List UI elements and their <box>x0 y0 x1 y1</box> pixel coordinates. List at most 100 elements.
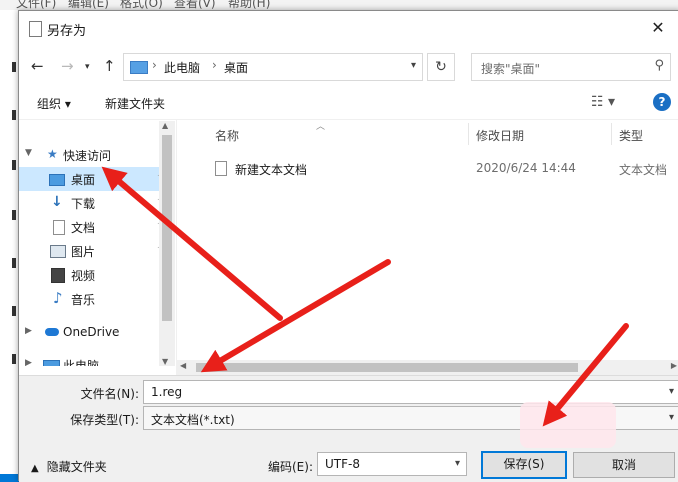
breadcrumb-separator: › <box>212 58 217 72</box>
forward-arrow-icon[interactable]: → <box>61 57 74 75</box>
filename-label: 文件名(N): <box>80 387 139 401</box>
scroll-right-icon[interactable]: ▶ <box>671 361 677 370</box>
notepad-icon <box>29 21 42 37</box>
title-bar: 另存为 ✕ <box>19 11 678 45</box>
nav-desktop[interactable]: 桌面 ✦ <box>19 167 175 191</box>
back-arrow-icon[interactable]: ← <box>31 57 44 75</box>
pc-icon <box>130 61 148 74</box>
nav-scrollbar[interactable]: ▲ ▼ <box>159 121 175 366</box>
chevron-up-icon: ▲ <box>31 463 39 474</box>
filetype-label: 保存类型(T): <box>70 413 139 427</box>
document-icon <box>53 220 65 235</box>
help-icon[interactable]: ? <box>653 93 671 111</box>
menu-format[interactable]: 格式(O) <box>120 0 163 10</box>
breadcrumb-desktop[interactable]: 桌面 <box>224 59 248 76</box>
notepad-menubar: 文件(F) 编辑(E) 格式(O) 查看(V) 帮助(H) <box>0 0 678 10</box>
search-icon: ⚲ <box>654 58 664 73</box>
chevron-down-icon[interactable]: ▾ <box>669 386 674 397</box>
nav-label: 下载 <box>71 197 96 211</box>
picture-icon <box>50 245 66 258</box>
close-button[interactable]: ✕ <box>635 11 678 45</box>
scroll-up-icon[interactable]: ▲ <box>162 121 168 130</box>
watermark-blur <box>520 402 616 448</box>
file-row[interactable]: 新建文本文档 2020/6/24 14:44 文本文档 <box>177 157 678 179</box>
scroll-down-icon[interactable]: ▼ <box>162 357 168 366</box>
nav-onedrive[interactable]: ▶ OneDrive <box>19 321 175 345</box>
hide-folders-button[interactable]: ▲ 隐藏文件夹 <box>31 458 107 475</box>
column-header-modified[interactable]: 修改日期 <box>476 127 524 144</box>
encoding-select[interactable]: UTF-8 ▾ <box>317 452 467 476</box>
encoding-label: 编码(E): <box>268 460 313 474</box>
nav-music[interactable]: ♪ 音乐 <box>19 287 175 311</box>
encoding-value: UTF-8 <box>325 457 360 471</box>
nav-documents[interactable]: 文档 ✦ <box>19 215 175 239</box>
address-dropdown-icon[interactable]: ▾ <box>411 60 416 71</box>
pc-icon <box>43 360 60 366</box>
menu-file[interactable]: 文件(F) <box>16 0 56 10</box>
address-row: ← → ▾ ↑ › 此电脑 › 桌面 ▾ ↻ 搜索"桌面" ⚲ <box>19 49 678 83</box>
search-input[interactable]: 搜索"桌面" ⚲ <box>471 53 671 81</box>
chevron-down-icon[interactable]: ▾ <box>455 458 460 469</box>
organize-button[interactable]: 组织 ▾ <box>37 95 71 112</box>
horizontal-scrollbar[interactable]: ◀ ▶ <box>176 360 678 375</box>
up-arrow-icon[interactable]: ↑ <box>103 57 116 75</box>
nav-videos[interactable]: 视频 <box>19 263 175 287</box>
chevron-down-icon[interactable]: ▼ <box>25 148 32 158</box>
menu-view[interactable]: 查看(V) <box>174 0 216 10</box>
save-button[interactable]: 保存(S) <box>481 451 567 479</box>
file-modified: 2020/6/24 14:44 <box>476 161 576 175</box>
breadcrumb-separator: › <box>152 58 157 72</box>
view-options-icon[interactable]: ☷ ▾ <box>591 94 615 110</box>
nav-label: OneDrive <box>63 325 120 339</box>
recent-locations-chevron-icon[interactable]: ▾ <box>85 62 90 72</box>
refresh-button[interactable]: ↻ <box>427 53 455 81</box>
nav-downloads[interactable]: ↓ 下载 ✦ <box>19 191 175 215</box>
hide-folders-label: 隐藏文件夹 <box>46 460 107 474</box>
cloud-icon <box>45 328 59 336</box>
menu-edit[interactable]: 编辑(E) <box>68 0 109 10</box>
cancel-button[interactable]: 取消 <box>573 452 675 478</box>
toolbar: 组织 ▾ 新建文件夹 ☷ ▾ ? <box>19 87 678 120</box>
navigation-pane: ▼ ★ 快速访问 桌面 ✦ ↓ 下载 ✦ 文档 ✦ 图片 ✦ 视频 <box>19 119 175 366</box>
column-header-type[interactable]: 类型 <box>619 127 643 144</box>
scroll-thumb[interactable] <box>196 363 578 372</box>
new-folder-button[interactable]: 新建文件夹 <box>105 95 165 112</box>
file-list: ︿ 名称 修改日期 类型 新建文本文档 2020/6/24 14:44 文本文档 <box>176 119 678 366</box>
nav-label: 文档 <box>71 221 96 235</box>
star-icon: ★ <box>47 147 58 161</box>
nav-label: 图片 <box>71 245 96 259</box>
column-divider[interactable] <box>611 123 612 145</box>
address-bar[interactable]: › 此电脑 › 桌面 ▾ <box>123 53 423 81</box>
text-file-icon <box>215 161 227 176</box>
nav-label: 音乐 <box>71 293 96 307</box>
column-header-name[interactable]: 名称 <box>215 127 239 144</box>
nav-pictures[interactable]: 图片 ✦ <box>19 239 175 263</box>
refresh-icon: ↻ <box>435 59 447 75</box>
scroll-left-icon[interactable]: ◀ <box>180 361 186 370</box>
filename-value: 1.reg <box>151 385 183 399</box>
menu-help[interactable]: 帮助(H) <box>228 0 270 10</box>
nav-label: 快速访问 <box>63 149 112 163</box>
filetype-value: 文本文档(*.txt) <box>151 413 235 427</box>
dialog-title: 另存为 <box>47 24 87 39</box>
filename-input[interactable]: 1.reg ▾ <box>143 380 678 404</box>
file-type: 文本文档 <box>619 163 668 177</box>
notepad-editor-edge <box>0 10 19 474</box>
sort-ascending-icon: ︿ <box>316 122 326 132</box>
breadcrumb-this-pc[interactable]: 此电脑 <box>164 59 200 76</box>
video-icon <box>51 268 65 283</box>
nav-quick-access[interactable]: ▼ ★ 快速访问 <box>19 143 175 167</box>
desktop-icon <box>49 174 65 186</box>
nav-this-pc[interactable]: ▶ 此电脑 <box>19 353 175 366</box>
scroll-thumb[interactable] <box>162 135 172 321</box>
column-divider[interactable] <box>468 123 469 145</box>
file-name: 新建文本文档 <box>235 163 308 177</box>
music-note-icon: ♪ <box>53 289 63 307</box>
chevron-right-icon[interactable]: ▶ <box>25 358 32 366</box>
nav-label: 此电脑 <box>63 359 100 366</box>
chevron-down-icon[interactable]: ▾ <box>669 412 674 423</box>
chevron-right-icon[interactable]: ▶ <box>25 326 32 336</box>
search-placeholder: 搜索"桌面" <box>481 62 541 76</box>
nav-label: 视频 <box>71 269 96 283</box>
nav-label: 桌面 <box>71 173 96 187</box>
